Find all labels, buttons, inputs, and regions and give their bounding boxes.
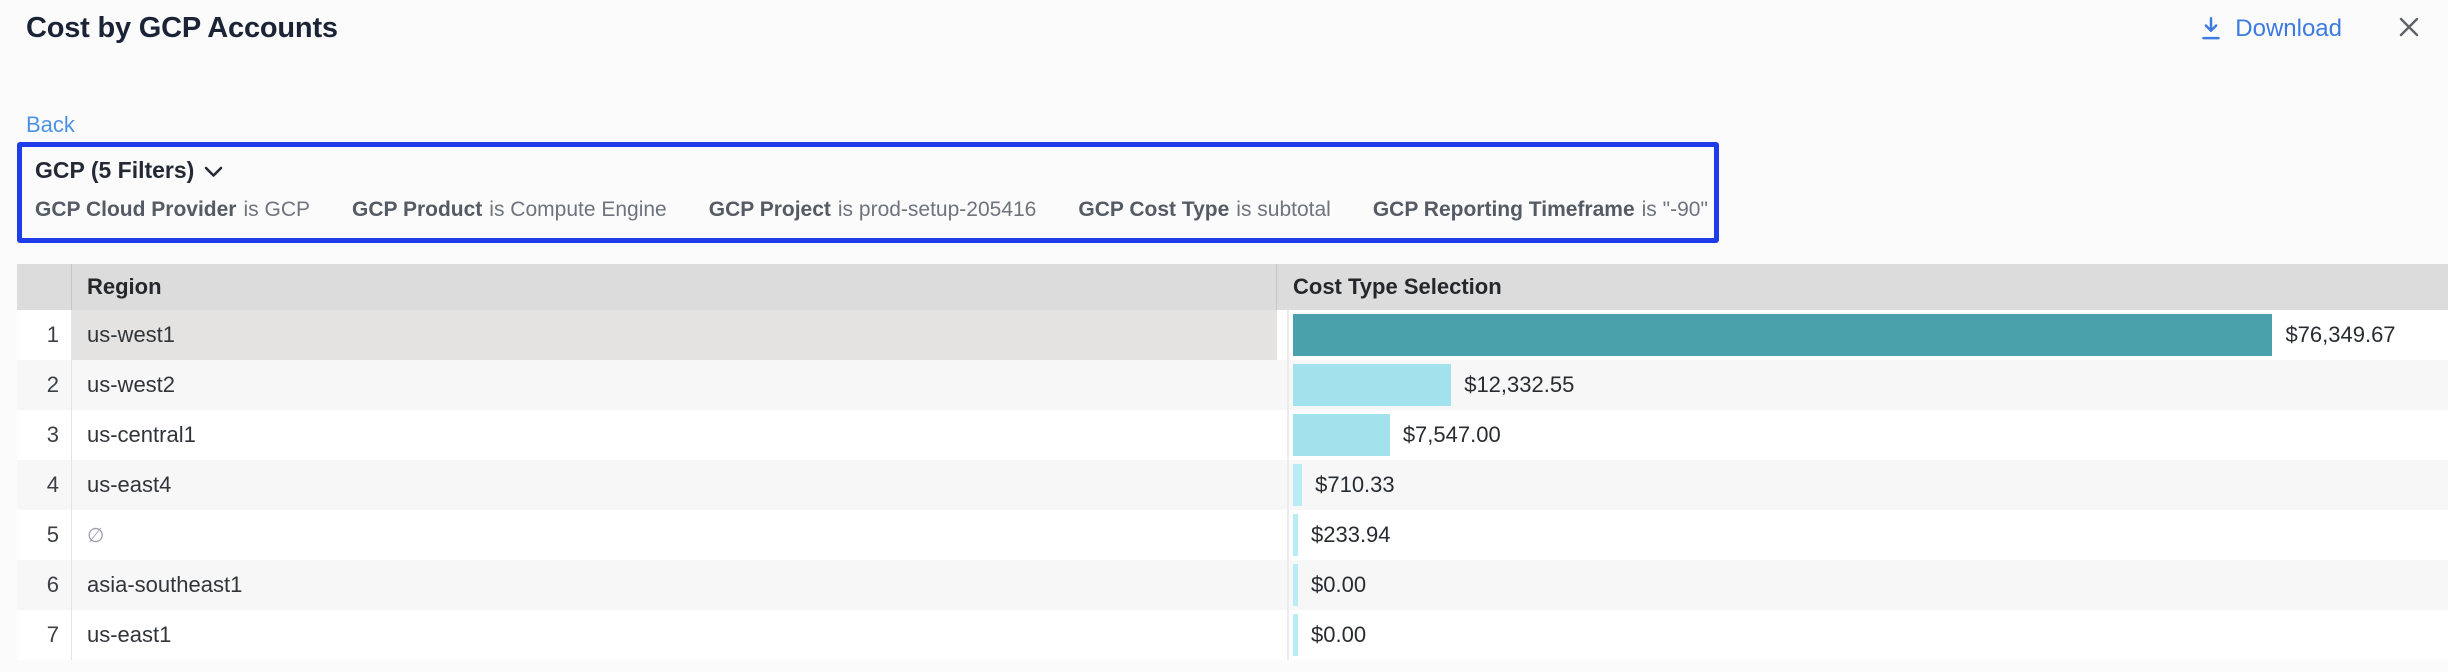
filter-item: GCP Cloud Provider is GCP xyxy=(35,198,310,222)
cost-bar[interactable] xyxy=(1293,614,1298,656)
region-cell[interactable]: us-east1 xyxy=(72,610,1277,660)
top-bar: Cost by GCP Accounts Download xyxy=(0,12,2448,45)
row-index: 1 xyxy=(17,310,72,360)
row-index: 3 xyxy=(17,410,72,460)
table-body: 1 us-west1 $76,349.67 2 us-west2 $12,332… xyxy=(17,310,2448,660)
filter-list: GCP Cloud Provider is GCP GCP Product is C… xyxy=(35,198,1700,222)
cost-bar-cell: $233.94 xyxy=(1287,510,2448,560)
region-column-header[interactable]: Region xyxy=(72,264,1277,310)
row-index: 6 xyxy=(17,560,72,610)
filter-summary-label: GCP (5 Filters) xyxy=(35,157,194,184)
table-row[interactable]: 3 us-central1 $7,547.00 xyxy=(17,410,2448,460)
cost-bar-cell: $7,547.00 xyxy=(1287,410,2448,460)
row-index: 7 xyxy=(17,610,72,660)
row-index: 4 xyxy=(17,460,72,510)
filter-item: GCP Project is prod-setup-205416 xyxy=(709,198,1037,222)
filter-item: GCP Cost Type is subtotal xyxy=(1078,198,1330,222)
cost-value: $76,349.67 xyxy=(2285,322,2395,348)
filter-condition: is subtotal xyxy=(1236,198,1331,221)
cost-value: $0.00 xyxy=(1311,622,1366,648)
cost-bar-cell: $76,349.67 xyxy=(1287,310,2448,360)
table-row[interactable]: 2 us-west2 $12,332.55 xyxy=(17,360,2448,410)
cost-value: $0.00 xyxy=(1311,572,1366,598)
table-row[interactable]: 4 us-east4 $710.33 xyxy=(17,460,2448,510)
table-row[interactable]: 6 asia-southeast1 $0.00 xyxy=(17,560,2448,610)
filter-summary-toggle[interactable]: GCP (5 Filters) xyxy=(35,157,223,184)
cost-bar-cell: $710.33 xyxy=(1287,460,2448,510)
filter-name: GCP Cost Type xyxy=(1078,198,1229,221)
filter-name: GCP Project xyxy=(709,198,831,221)
table-header: Region Cost Type Selection xyxy=(17,264,2448,310)
cost-bar[interactable] xyxy=(1293,464,1302,506)
back-link[interactable]: Back xyxy=(26,112,75,138)
row-number-column-header xyxy=(17,264,72,310)
filter-condition: is Compute Engine xyxy=(489,198,666,221)
cost-bar[interactable] xyxy=(1293,314,2272,356)
page-title: Cost by GCP Accounts xyxy=(26,12,2198,45)
row-index: 2 xyxy=(17,360,72,410)
cost-bar[interactable] xyxy=(1293,414,1390,456)
table-row[interactable]: 7 us-east1 $0.00 xyxy=(17,610,2448,660)
cost-type-selection-column-header[interactable]: Cost Type Selection xyxy=(1277,264,2448,310)
table-row[interactable]: 5 ∅ $233.94 xyxy=(17,510,2448,560)
filter-item: GCP Product is Compute Engine xyxy=(352,198,667,222)
cost-value: $233.94 xyxy=(1311,522,1391,548)
filter-panel: GCP (5 Filters) GCP Cloud Provider is GCP… xyxy=(17,142,1719,243)
filter-name: GCP Cloud Provider xyxy=(35,198,236,221)
download-button[interactable]: Download xyxy=(2198,15,2342,43)
cost-bar-cell: $12,332.55 xyxy=(1287,360,2448,410)
filter-item: GCP Reporting Timeframe is "-90" xyxy=(1373,198,1708,222)
filter-condition: is GCP xyxy=(243,198,310,221)
cost-bar[interactable] xyxy=(1293,514,1298,556)
close-button[interactable] xyxy=(2394,12,2424,45)
region-cell[interactable]: us-west2 xyxy=(72,360,1277,410)
cost-table: Region Cost Type Selection 1 us-west1 $7… xyxy=(17,264,2448,660)
filter-condition: is "-90" xyxy=(1642,198,1708,221)
region-cell[interactable]: ∅ xyxy=(72,510,1277,560)
download-icon xyxy=(2198,15,2224,43)
cost-bar-cell: $0.00 xyxy=(1287,610,2448,660)
filter-name: GCP Reporting Timeframe xyxy=(1373,198,1635,221)
cost-value: $7,547.00 xyxy=(1403,422,1501,448)
cost-bar-cell: $0.00 xyxy=(1287,560,2448,610)
filter-condition: is prod-setup-205416 xyxy=(838,198,1036,221)
filter-name: GCP Product xyxy=(352,198,482,221)
region-cell[interactable]: us-east4 xyxy=(72,460,1277,510)
close-icon xyxy=(2394,12,2424,45)
cost-value: $12,332.55 xyxy=(1464,372,1574,398)
cost-bar[interactable] xyxy=(1293,564,1298,606)
table-row[interactable]: 1 us-west1 $76,349.67 xyxy=(17,310,2448,360)
region-cell[interactable]: us-west1 xyxy=(72,310,1277,360)
cost-bar[interactable] xyxy=(1293,364,1451,406)
region-cell[interactable]: asia-southeast1 xyxy=(72,560,1277,610)
row-index: 5 xyxy=(17,510,72,560)
region-cell[interactable]: us-central1 xyxy=(72,410,1277,460)
chevron-down-icon xyxy=(204,163,223,178)
cost-value: $710.33 xyxy=(1315,472,1395,498)
download-label: Download xyxy=(2235,15,2342,43)
